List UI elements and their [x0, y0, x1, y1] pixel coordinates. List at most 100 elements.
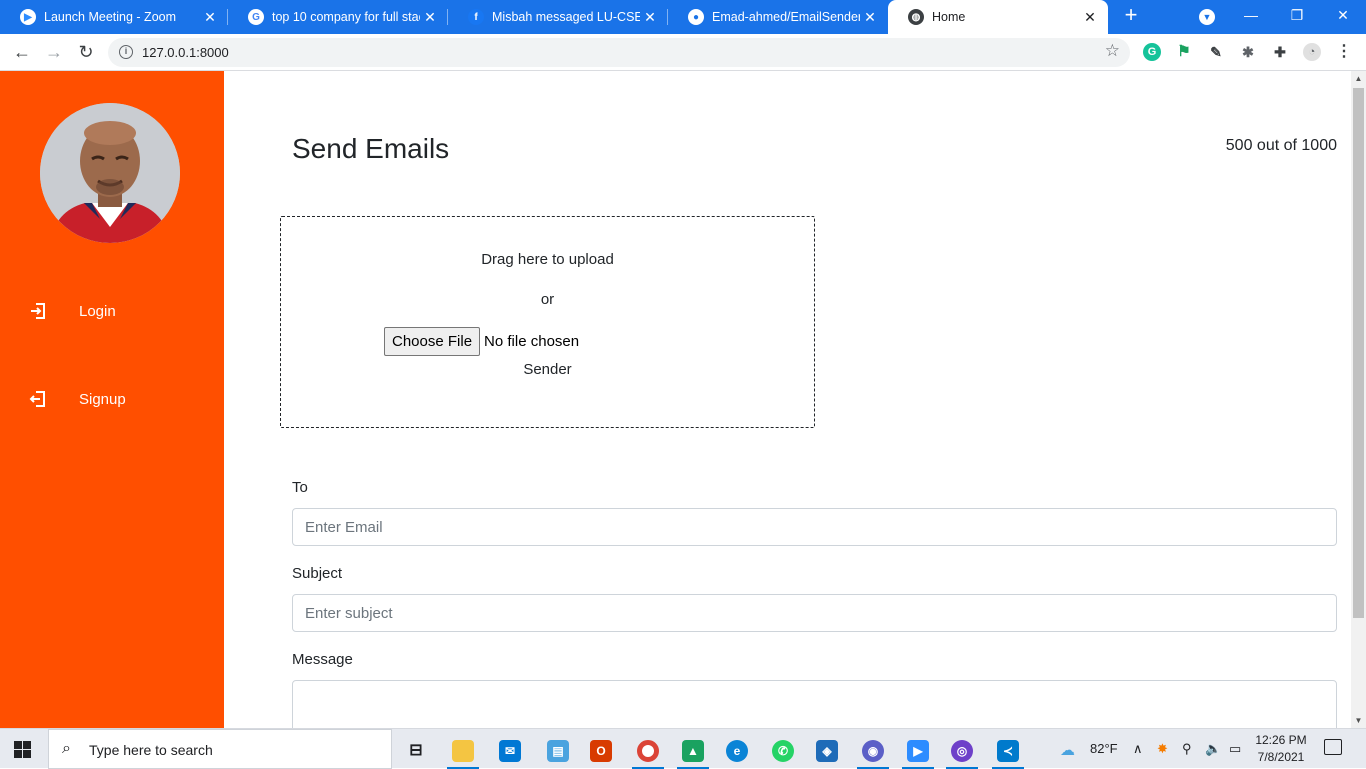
microphone-icon[interactable]: ⚲ [1182, 741, 1192, 757]
zoom-icon: ▶ [20, 9, 36, 25]
virtualbox-icon[interactable]: ◈ [807, 733, 847, 769]
address-bar[interactable]: i 127.0.0.1:8000 ☆ [108, 38, 1130, 67]
file-input[interactable]: Choose File No file chosen [384, 327, 579, 356]
restore-button[interactable]: ❐ [1274, 0, 1320, 32]
clock-time: 12:26 PM [1255, 733, 1307, 747]
chevron-down-icon[interactable]: ▼ [1199, 9, 1215, 25]
sender-label: Sender [523, 361, 572, 378]
sidebar-item-login[interactable]: Login [0, 291, 224, 331]
close-icon[interactable]: ✕ [200, 9, 220, 26]
avast-icon[interactable]: ✸ [1157, 741, 1168, 757]
network-app-icon[interactable]: ▤ [538, 733, 578, 769]
more-menu-icon[interactable]: ⋮ [1335, 43, 1353, 61]
page-viewport: Login Signup Send Emails 500 out of 1000… [0, 71, 1351, 728]
upload-drag-text: Drag here to upload [481, 251, 614, 268]
sidebar-item-label: Signup [79, 390, 126, 408]
tab-home[interactable]: ◍ Home ✕ [888, 0, 1108, 34]
to-label: To [292, 479, 308, 496]
info-icon[interactable]: i [119, 45, 133, 59]
google-icon: G [248, 9, 264, 25]
bookmark-star-icon[interactable]: ☆ [1105, 41, 1120, 61]
scroll-down-arrow[interactable]: ▼ [1351, 713, 1366, 728]
sublime-icon[interactable]: ▲ [673, 733, 713, 769]
tab-facebook[interactable]: f Misbah messaged LU-CSE 50 ✕ [448, 0, 668, 34]
reload-button[interactable]: ↻ [74, 40, 98, 64]
close-icon[interactable]: ✕ [860, 9, 880, 26]
tab-title: Launch Meeting - Zoom [44, 10, 177, 24]
sidebar: Login Signup [0, 71, 224, 728]
tab-title: Emad-ahmed/EmailSenderW [712, 10, 860, 24]
file-explorer-icon[interactable] [443, 733, 483, 769]
edge-icon[interactable]: e [717, 733, 757, 769]
windows-start-icon[interactable] [14, 741, 31, 758]
login-icon [31, 303, 45, 319]
file-status: No file chosen [484, 333, 580, 350]
puzzle-icon[interactable]: ✚ [1271, 43, 1289, 61]
sidebar-item-signup[interactable]: Signup [0, 379, 224, 419]
profile-avatar[interactable]: ◔ [1303, 43, 1321, 61]
bug-icon[interactable]: ✱ [1239, 43, 1257, 61]
chrome-icon[interactable] [628, 733, 668, 769]
clock[interactable]: 12:26 PM 7/8/2021 [1248, 732, 1314, 766]
upload-or-text: or [540, 291, 555, 308]
tab-google-search[interactable]: G top 10 company for full stack ✕ [228, 0, 448, 34]
message-label: Message [292, 651, 353, 668]
browser-tab-strip: ▶ Launch Meeting - Zoom ✕ G top 10 compa… [0, 0, 1366, 34]
whatsapp-icon[interactable]: ✆ [763, 733, 803, 769]
tab-github[interactable]: ● Emad-ahmed/EmailSenderW ✕ [668, 0, 888, 34]
tab-zoom[interactable]: ▶ Launch Meeting - Zoom ✕ [0, 0, 228, 34]
close-icon[interactable]: ✕ [1080, 9, 1100, 26]
page-title: Send Emails [292, 133, 450, 164]
avatar [40, 103, 180, 243]
office-icon[interactable]: O [581, 733, 621, 769]
email-count: 500 out of 1000 [1225, 137, 1337, 154]
scrollbar-thumb[interactable] [1353, 88, 1364, 618]
facebook-icon: f [468, 9, 484, 25]
eyedropper-icon[interactable]: ✎ [1207, 43, 1225, 61]
scroll-up-arrow[interactable]: ▲ [1351, 71, 1366, 86]
url-text[interactable]: 127.0.0.1:8000 [142, 45, 229, 60]
zoom-icon[interactable]: ▶ [898, 733, 938, 769]
github-desktop-icon[interactable]: ◎ [942, 733, 982, 769]
taskbar: ⌕ Type here to search ⊟ ✉ ▤ O ▲ e ✆ ◈ ◉ … [0, 728, 1366, 769]
taskbar-search[interactable]: ⌕ Type here to search [48, 729, 392, 769]
volume-icon[interactable]: 🔈 [1205, 741, 1221, 757]
close-icon[interactable]: ✕ [420, 9, 440, 26]
browser-toolbar: ← → ↻ i 127.0.0.1:8000 ☆ G ⚑ ✎ ✱ ✚ ◔ ⋮ [0, 34, 1366, 71]
extension-icon[interactable]: ⚑ [1175, 43, 1193, 61]
subject-input[interactable] [292, 594, 1337, 632]
screen-recorder-icon[interactable]: ◉ [853, 733, 893, 769]
sidebar-item-label: Login [79, 302, 116, 320]
upload-dropzone[interactable]: Drag here to upload or Choose File No fi… [280, 216, 815, 428]
new-tab-button[interactable]: + [1119, 4, 1143, 28]
tab-title: Home [932, 10, 966, 24]
tab-title: top 10 company for full stack [272, 10, 420, 24]
clock-date: 7/8/2021 [1257, 750, 1305, 764]
choose-file-button[interactable]: Choose File [384, 327, 481, 356]
main-content: Send Emails 500 out of 1000 Drag here to… [224, 71, 1351, 728]
globe-icon: ◍ [908, 9, 924, 25]
message-textarea[interactable] [292, 680, 1337, 728]
subject-label: Subject [292, 565, 343, 582]
close-icon[interactable]: ✕ [640, 9, 660, 26]
close-window-button[interactable]: ✕ [1320, 0, 1366, 32]
grammarly-icon[interactable]: G [1143, 43, 1161, 61]
network-icon[interactable]: ▭ [1229, 741, 1241, 757]
taskbar-search-placeholder: Type here to search [89, 742, 213, 758]
vscode-icon[interactable]: ≺ [988, 733, 1028, 769]
login-icon [29, 391, 45, 407]
forward-button[interactable]: → [42, 40, 66, 64]
github-icon: ● [688, 9, 704, 25]
weather-icon[interactable]: ☁ [1060, 741, 1075, 759]
page-scrollbar[interactable]: ▲ ▼ [1351, 71, 1366, 728]
search-icon: ⌕ [62, 740, 71, 757]
mail-icon[interactable]: ✉ [490, 733, 530, 769]
notification-icon[interactable] [1324, 739, 1342, 755]
task-view-icon[interactable]: ⊟ [396, 733, 436, 769]
weather-text[interactable]: 82°F [1090, 741, 1118, 756]
chevron-up-icon[interactable]: ∧ [1133, 741, 1143, 757]
tab-title: Misbah messaged LU-CSE 50 [492, 10, 640, 24]
to-email-input[interactable] [292, 508, 1337, 546]
minimize-button[interactable]: — [1228, 0, 1274, 32]
back-button[interactable]: ← [10, 40, 34, 64]
